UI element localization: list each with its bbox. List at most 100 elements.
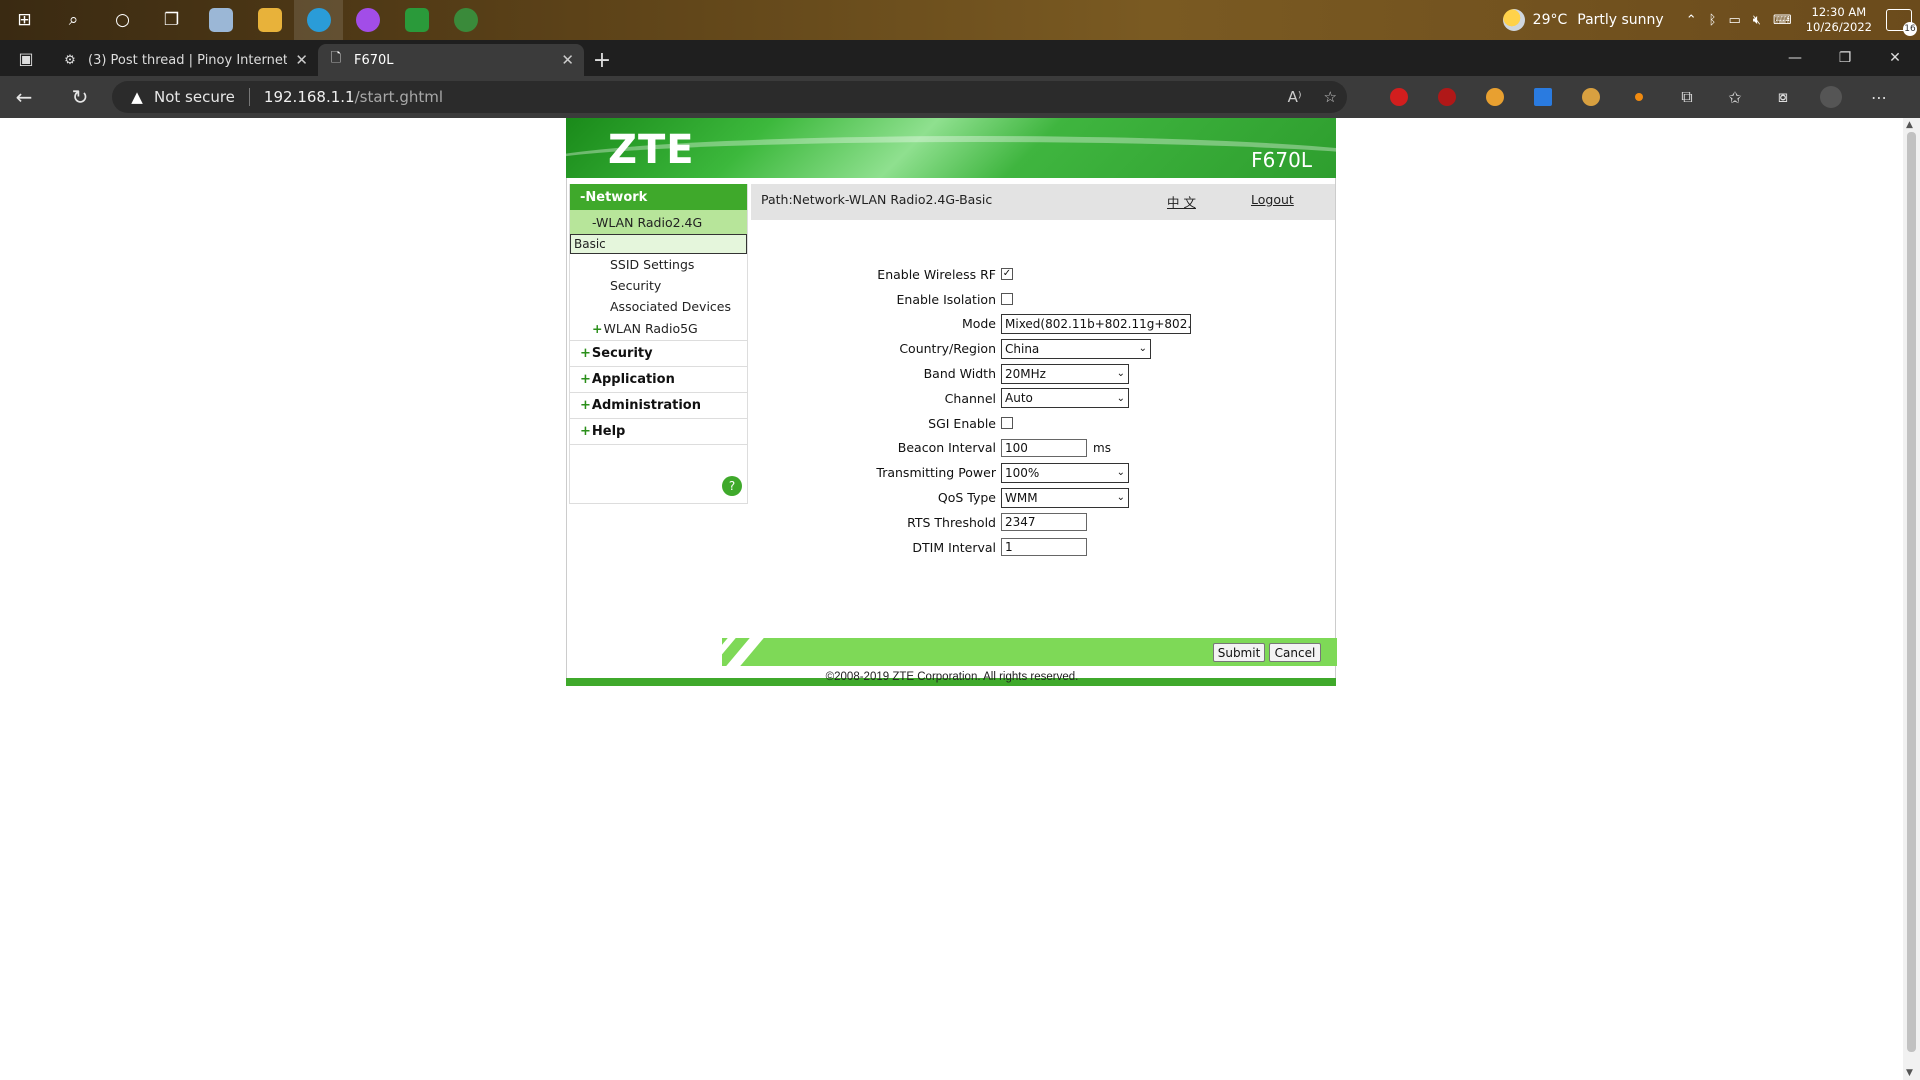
keyboard-icon[interactable]: ⌨: [1773, 13, 1792, 28]
enable-isolation-checkbox[interactable]: [1001, 293, 1013, 306]
tab-f670l[interactable]: 🗋︎ F670L ✕: [318, 44, 584, 76]
messenger-icon[interactable]: [343, 0, 392, 40]
add-favorite-icon[interactable]: ☆: [1324, 88, 1337, 106]
path-bar: Path:Network-WLAN Radio2.4G-Basic 中 文 Lo…: [751, 184, 1335, 220]
channel-select[interactable]: Auto ⌄: [1001, 388, 1129, 409]
scroll-up-icon[interactable]: ▲: [1906, 120, 1913, 130]
country-select[interactable]: China ⌄: [1001, 338, 1151, 359]
chevron-down-icon: ⌄: [1113, 492, 1128, 504]
extension-icon[interactable]: [1567, 76, 1615, 118]
chevron-up-icon[interactable]: ⌃: [1686, 13, 1697, 28]
chevron-down-icon: ⌄: [1113, 392, 1128, 404]
transmitting-power-select[interactable]: 100% ⌄: [1001, 462, 1129, 483]
bandwidth-select[interactable]: 20MHz ⌄: [1001, 363, 1129, 384]
minimize-icon[interactable]: —: [1770, 40, 1820, 76]
read-aloud-icon[interactable]: A⁾: [1288, 88, 1302, 106]
divider: [248, 88, 250, 106]
taskbar-app-weather-icon[interactable]: [196, 0, 245, 40]
ublock-extension-icon[interactable]: [1423, 76, 1471, 118]
dtim-interval-input[interactable]: 1: [1001, 538, 1087, 557]
scroll-down-icon[interactable]: ▼: [1906, 1068, 1913, 1078]
volume-muted-icon[interactable]: 🔇︎: [1753, 13, 1761, 28]
sidebar-item-help[interactable]: + Help: [570, 419, 747, 445]
sidebar-item-administration[interactable]: + Administration: [570, 393, 747, 419]
sidebar-item-network[interactable]: -Network: [570, 184, 747, 210]
cancel-button[interactable]: Cancel: [1269, 643, 1321, 662]
chat-app-icon[interactable]: [392, 0, 441, 40]
scroll-thumb[interactable]: [1907, 132, 1916, 1052]
form-row: Beacon Interval 100 ms: [751, 436, 1335, 461]
language-link[interactable]: 中 文: [1167, 192, 1196, 211]
sidebar-item-wlan-security[interactable]: Security: [570, 275, 747, 296]
form-row: Mode Mixed(802.11b+802.11g+802.11n⌄: [751, 312, 1335, 337]
favorites-icon[interactable]: ✩: [1711, 76, 1759, 118]
qos-type-select[interactable]: WMM ⌄: [1001, 487, 1129, 508]
notification-icon[interactable]: 16: [1886, 9, 1917, 36]
network-icon[interactable]: ▭: [1728, 13, 1740, 28]
youtube-extension-icon[interactable]: [1375, 76, 1423, 118]
clock[interactable]: 12:30 AM 10/26/2022: [1806, 5, 1872, 35]
field-label: Country/Region: [899, 341, 996, 357]
back-icon[interactable]: ←: [0, 76, 48, 118]
extension-icon[interactable]: [1615, 76, 1663, 118]
tab-pinoy-internet[interactable]: ⚙ (3) Post thread | Pinoy Internet a ✕: [52, 44, 318, 76]
bluetooth-icon[interactable]: ᛒ: [1709, 13, 1717, 28]
close-tab-icon[interactable]: ✕: [561, 51, 574, 69]
expand-icon: +: [580, 346, 591, 361]
restore-icon[interactable]: ❐: [1820, 40, 1870, 76]
close-tab-icon[interactable]: ✕: [295, 51, 308, 69]
enable-wireless-rf-checkbox[interactable]: ✓: [1001, 268, 1013, 281]
beacon-interval-input[interactable]: 100: [1001, 438, 1087, 457]
collections-icon[interactable]: ⧇: [1759, 76, 1807, 118]
help-icon[interactable]: ?: [722, 476, 742, 496]
windows-start-icon[interactable]: ⊞: [0, 0, 49, 40]
field-label: Channel: [944, 390, 996, 406]
cortana-icon[interactable]: ○: [98, 0, 147, 40]
bookmark-extension-icon[interactable]: [1519, 76, 1567, 118]
settings-more-icon[interactable]: ⋯: [1855, 76, 1903, 118]
form-row: DTIM Interval 1: [751, 535, 1335, 560]
url-path[interactable]: /start.ghtml: [355, 88, 443, 106]
weather-condition[interactable]: Partly sunny: [1577, 12, 1663, 28]
close-window-icon[interactable]: ✕: [1870, 40, 1920, 76]
sgi-enable-checkbox[interactable]: [1001, 417, 1013, 430]
profile-avatar[interactable]: [1807, 76, 1855, 118]
sidebar-item-wlan-5g[interactable]: + WLAN Radio5G: [570, 317, 747, 341]
address-bar[interactable]: ▲ Not secure 192.168.1.1/start.ghtml A⁾ …: [112, 81, 1347, 113]
sidebar-item-label: Security: [591, 346, 653, 361]
sidebar-item-wlan-24g[interactable]: -WLAN Radio2.4G: [570, 210, 747, 234]
form-row: QoS Type WMM ⌄: [751, 485, 1335, 510]
windows-taskbar: ⊞ ⌕ ○ ❐ 29°C Partly sunny ⌃ ᛒ ▭ 🔇︎ ⌨ 12:…: [0, 0, 1920, 40]
page-scrollbar[interactable]: ▲ ▼: [1903, 118, 1920, 1080]
sidebar-item-label: Administration: [591, 398, 701, 413]
submit-button[interactable]: Submit: [1213, 643, 1265, 662]
search-icon[interactable]: ⌕: [49, 0, 98, 40]
mode-select[interactable]: Mixed(802.11b+802.11g+802.11n⌄: [1001, 313, 1191, 334]
file-explorer-icon[interactable]: [245, 0, 294, 40]
tx-power-value: 100%: [1005, 465, 1040, 480]
browser-tab-strip: ▣ ⚙ (3) Post thread | Pinoy Internet a ✕…: [0, 40, 1920, 76]
network-app-icon[interactable]: [441, 0, 490, 40]
security-label[interactable]: Not secure: [154, 88, 235, 106]
sidebar-item-associated-devices[interactable]: Associated Devices: [570, 296, 747, 317]
extensions-icon[interactable]: ⧉: [1663, 76, 1711, 118]
weather-icon[interactable]: [1502, 9, 1525, 31]
sidebar-item-label: WLAN Radio5G: [603, 321, 698, 336]
extension-icon[interactable]: [1471, 76, 1519, 118]
new-tab-icon[interactable]: +: [584, 44, 620, 76]
rts-threshold-input[interactable]: 2347: [1001, 513, 1087, 532]
sidebar-item-security[interactable]: + Security: [570, 341, 747, 367]
reload-icon[interactable]: ↻: [56, 76, 104, 118]
url-host[interactable]: 192.168.1.1: [264, 88, 355, 106]
weather-temp[interactable]: 29°C: [1533, 12, 1568, 28]
tab-actions-icon[interactable]: ▣: [0, 40, 52, 76]
edge-browser-icon[interactable]: [294, 0, 343, 40]
expand-icon: +: [580, 424, 591, 439]
logout-link[interactable]: Logout: [1251, 192, 1294, 207]
form-row: Transmitting Power 100% ⌄: [751, 460, 1335, 485]
warning-icon[interactable]: ▲: [128, 88, 146, 106]
sidebar-item-application[interactable]: + Application: [570, 367, 747, 393]
sidebar-item-ssid-settings[interactable]: SSID Settings: [570, 254, 747, 275]
task-view-icon[interactable]: ❐: [147, 0, 196, 40]
sidebar-item-basic[interactable]: Basic: [570, 234, 747, 254]
